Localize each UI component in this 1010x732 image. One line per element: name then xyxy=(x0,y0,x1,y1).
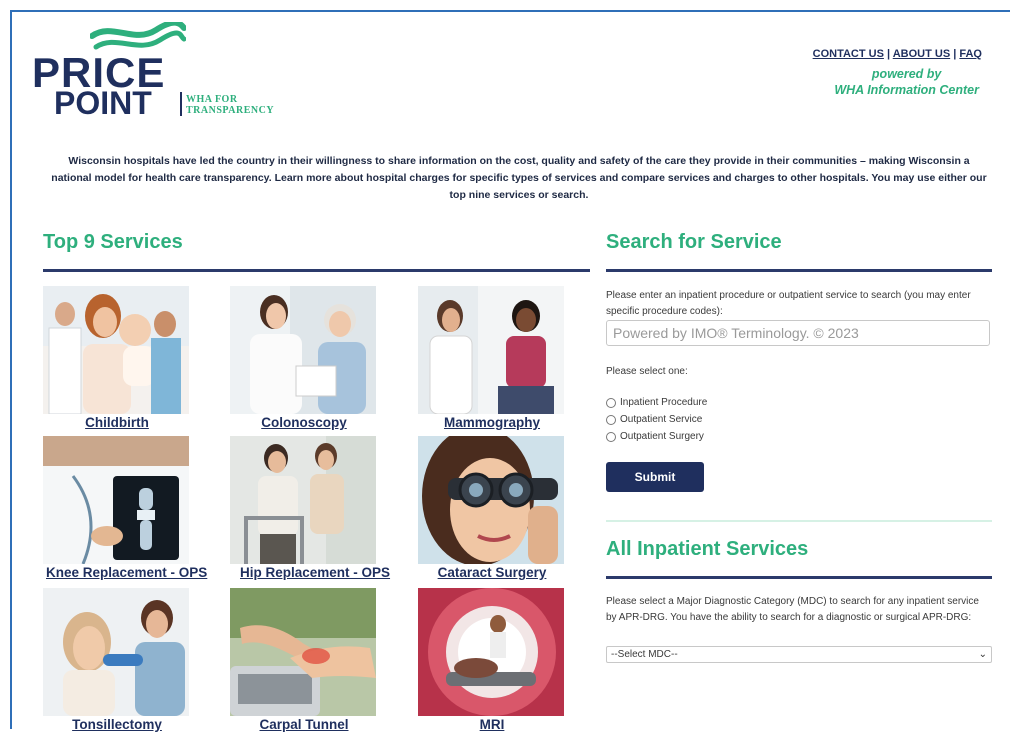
radio-inpatient-procedure[interactable]: Inpatient Procedure xyxy=(606,394,707,411)
service-mammography[interactable]: Mammography xyxy=(418,286,566,430)
service-knee-replacement[interactable]: Knee Replacement - OPS xyxy=(43,436,211,580)
price-point-logo[interactable]: PRICE POINT WHA FOR TRANSPARENCY xyxy=(32,22,292,122)
service-label[interactable]: Colonoscopy xyxy=(230,415,378,430)
walker-patient-photo xyxy=(230,436,376,564)
search-heading: Search for Service xyxy=(606,231,782,253)
select-prompt: Please select one: xyxy=(606,366,688,377)
intro-paragraph: Wisconsin hospitals have led the country… xyxy=(51,155,987,201)
inpatient-hint: Please select a Major Diagnostic Categor… xyxy=(606,596,979,623)
service-label[interactable]: Tonsillectomy xyxy=(43,717,191,732)
top-services-heading: Top 9 Services xyxy=(43,231,183,253)
knee-xray-photo xyxy=(43,436,189,564)
nav-separator: | xyxy=(953,48,957,60)
logo-divider xyxy=(180,92,182,116)
faq-link[interactable]: FAQ xyxy=(959,48,982,60)
radio-icon[interactable] xyxy=(606,431,616,442)
service-label[interactable]: Hip Replacement - OPS xyxy=(240,565,396,580)
radio-outpatient-service[interactable]: Outpatient Service xyxy=(606,411,707,428)
radio-icon[interactable] xyxy=(606,414,616,425)
service-label[interactable]: Cataract Surgery xyxy=(418,565,566,580)
doctor-patient-photo xyxy=(230,286,376,414)
consultation-photo xyxy=(418,286,564,414)
mother-baby-photo xyxy=(43,286,189,414)
contact-us-link[interactable]: CONTACT US xyxy=(813,48,884,60)
throat-exam-photo xyxy=(43,588,189,716)
top-nav: CONTACT US | ABOUT US | FAQ xyxy=(813,48,982,60)
service-hip-replacement[interactable]: Hip Replacement - OPS xyxy=(230,436,396,580)
section-divider xyxy=(606,520,992,522)
service-carpal-tunnel[interactable]: Carpal Tunnel xyxy=(230,588,378,732)
logo-point-text: POINT xyxy=(54,85,152,121)
eye-exam-photo xyxy=(418,436,564,564)
radio-icon[interactable] xyxy=(606,397,616,408)
chevron-down-icon: ⌄ xyxy=(978,649,987,660)
service-label[interactable]: Knee Replacement - OPS xyxy=(46,565,211,580)
inpatient-heading: All Inpatient Services xyxy=(606,538,809,560)
about-us-link[interactable]: ABOUT US xyxy=(893,48,950,60)
service-cataract-surgery[interactable]: Cataract Surgery xyxy=(418,436,566,580)
service-search-input[interactable] xyxy=(606,320,990,346)
submit-button[interactable]: Submit xyxy=(606,462,704,492)
service-mri[interactable]: MRI xyxy=(418,588,566,732)
service-childbirth[interactable]: Childbirth xyxy=(43,286,191,430)
radio-outpatient-surgery[interactable]: Outpatient Surgery xyxy=(606,428,707,445)
mri-scanner-photo xyxy=(418,588,564,716)
wrist-pain-photo xyxy=(230,588,376,716)
logo-tagline: WHA FOR TRANSPARENCY xyxy=(186,94,274,116)
search-hint: Please enter an inpatient procedure or o… xyxy=(606,290,971,317)
powered-by-line1: powered by xyxy=(871,67,942,81)
service-label[interactable]: Carpal Tunnel xyxy=(230,717,378,732)
tagline-line1: WHA FOR xyxy=(186,94,238,105)
tagline-line2: TRANSPARENCY xyxy=(186,105,275,116)
nav-separator: | xyxy=(886,48,891,60)
radio-label: Inpatient Procedure xyxy=(620,397,708,408)
mdc-select-value: --Select MDC-- xyxy=(611,649,678,660)
powered-by: powered by WHA Information Center xyxy=(834,66,979,98)
mdc-select[interactable]: --Select MDC-- ⌄ xyxy=(606,646,992,663)
service-type-radio-group: Inpatient Procedure Outpatient Service O… xyxy=(606,394,707,445)
wave-logo-icon xyxy=(90,22,186,50)
radio-label: Outpatient Surgery xyxy=(620,431,704,442)
powered-by-line2: WHA Information Center xyxy=(834,83,979,97)
service-label[interactable]: Mammography xyxy=(418,415,566,430)
radio-label: Outpatient Service xyxy=(620,414,703,425)
service-colonoscopy[interactable]: Colonoscopy xyxy=(230,286,378,430)
service-label[interactable]: Childbirth xyxy=(43,415,191,430)
service-tonsillectomy[interactable]: Tonsillectomy xyxy=(43,588,191,732)
service-label[interactable]: MRI xyxy=(418,717,566,732)
search-rule xyxy=(606,269,992,272)
top-services-rule xyxy=(43,269,590,272)
inpatient-rule xyxy=(606,576,992,579)
